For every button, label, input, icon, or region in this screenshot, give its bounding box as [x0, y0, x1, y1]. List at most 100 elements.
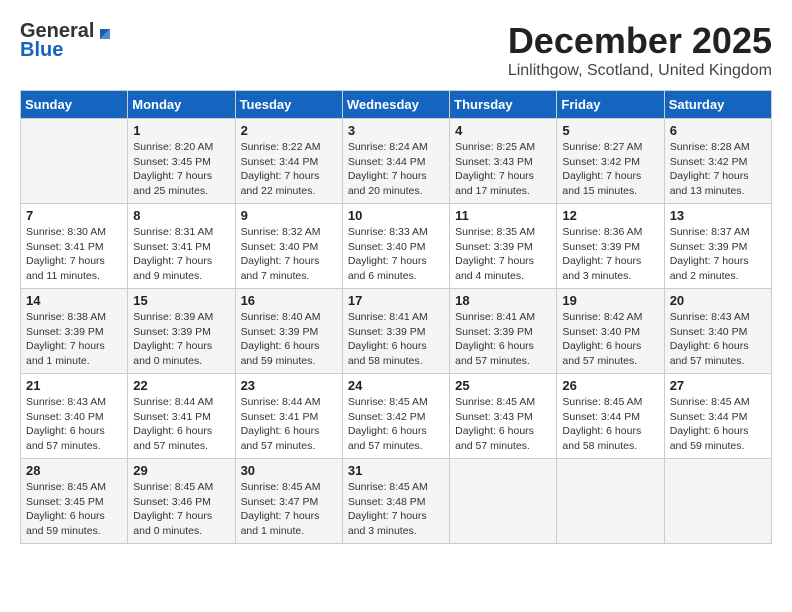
- cell-content: Sunrise: 8:30 AM Sunset: 3:41 PM Dayligh…: [26, 225, 122, 284]
- calendar-cell: 21Sunrise: 8:43 AM Sunset: 3:40 PM Dayli…: [21, 374, 128, 459]
- week-row-5: 28 Sunrise: 8:45 AM Sunset: 3:45 PM Dayli…: [21, 459, 772, 544]
- calendar-cell: 11 Sunrise: 8:35 AM Sunset: 3:39 PM Dayli…: [450, 204, 557, 289]
- day-number: 17: [348, 293, 444, 308]
- cell-content: Sunrise: 8:43 AM Sunset: 3:40 PM Dayligh…: [670, 310, 766, 369]
- day-header-sunday: Sunday: [21, 91, 128, 119]
- cell-content: Sunrise: 8:39 AM Sunset: 3:39 PM Dayligh…: [133, 310, 229, 369]
- cell-content: Sunrise: 8:45 AM Sunset: 3:46 PM Dayligh…: [133, 480, 229, 539]
- cell-content: Sunrise: 8:38 AM Sunset: 3:39 PM Dayligh…: [26, 310, 122, 369]
- cell-content: Sunrise: 8:45 AM Sunset: 3:43 PM Dayligh…: [455, 395, 551, 454]
- calendar-cell: 14Sunrise: 8:38 AM Sunset: 3:39 PM Dayli…: [21, 289, 128, 374]
- calendar-cell: 18 Sunrise: 8:41 AM Sunset: 3:39 PM Dayli…: [450, 289, 557, 374]
- calendar-cell: 6 Sunrise: 8:28 AM Sunset: 3:42 PM Daylig…: [664, 119, 771, 204]
- cell-content: Sunrise: 8:31 AM Sunset: 3:41 PM Dayligh…: [133, 225, 229, 284]
- calendar-cell: 27Sunrise: 8:45 AM Sunset: 3:44 PM Dayli…: [664, 374, 771, 459]
- calendar-table: SundayMondayTuesdayWednesdayThursdayFrid…: [20, 90, 772, 544]
- day-number: 1: [133, 123, 229, 138]
- cell-content: Sunrise: 8:42 AM Sunset: 3:40 PM Dayligh…: [562, 310, 658, 369]
- calendar-body: 1 Sunrise: 8:20 AM Sunset: 3:45 PM Daylig…: [21, 119, 772, 544]
- day-number: 10: [348, 208, 444, 223]
- cell-content: Sunrise: 8:45 AM Sunset: 3:47 PM Dayligh…: [241, 480, 337, 539]
- calendar-cell: 7 Sunrise: 8:30 AM Sunset: 3:41 PM Daylig…: [21, 204, 128, 289]
- calendar-cell: 15 Sunrise: 8:39 AM Sunset: 3:39 PM Dayli…: [128, 289, 235, 374]
- day-header-wednesday: Wednesday: [342, 91, 449, 119]
- day-number: 26: [562, 378, 658, 393]
- day-number: 24: [348, 378, 444, 393]
- page-header: General Blue December 2025 Linlithgow, S…: [20, 20, 772, 80]
- day-number: 28: [26, 463, 122, 478]
- calendar-cell: [450, 459, 557, 544]
- day-number: 25: [455, 378, 551, 393]
- day-number: 6: [670, 123, 766, 138]
- calendar-cell: 30 Sunrise: 8:45 AM Sunset: 3:47 PM Dayli…: [235, 459, 342, 544]
- calendar-cell: [664, 459, 771, 544]
- week-row-1: 1 Sunrise: 8:20 AM Sunset: 3:45 PM Daylig…: [21, 119, 772, 204]
- calendar-cell: 19 Sunrise: 8:42 AM Sunset: 3:40 PM Dayli…: [557, 289, 664, 374]
- cell-content: Sunrise: 8:28 AM Sunset: 3:42 PM Dayligh…: [670, 140, 766, 199]
- day-number: 5: [562, 123, 658, 138]
- cell-content: Sunrise: 8:41 AM Sunset: 3:39 PM Dayligh…: [455, 310, 551, 369]
- week-row-2: 7 Sunrise: 8:30 AM Sunset: 3:41 PM Daylig…: [21, 204, 772, 289]
- cell-content: Sunrise: 8:37 AM Sunset: 3:39 PM Dayligh…: [670, 225, 766, 284]
- calendar-cell: 20 Sunrise: 8:43 AM Sunset: 3:40 PM Dayli…: [664, 289, 771, 374]
- day-number: 4: [455, 123, 551, 138]
- calendar-cell: 8 Sunrise: 8:31 AM Sunset: 3:41 PM Daylig…: [128, 204, 235, 289]
- location: Linlithgow, Scotland, United Kingdom: [508, 62, 772, 80]
- day-number: 22: [133, 378, 229, 393]
- day-number: 18: [455, 293, 551, 308]
- cell-content: Sunrise: 8:44 AM Sunset: 3:41 PM Dayligh…: [241, 395, 337, 454]
- cell-content: Sunrise: 8:40 AM Sunset: 3:39 PM Dayligh…: [241, 310, 337, 369]
- calendar-cell: 16Sunrise: 8:40 AM Sunset: 3:39 PM Dayli…: [235, 289, 342, 374]
- calendar-cell: [21, 119, 128, 204]
- calendar-cell: 17 Sunrise: 8:41 AM Sunset: 3:39 PM Dayli…: [342, 289, 449, 374]
- day-number: 30: [241, 463, 337, 478]
- calendar-cell: 22Sunrise: 8:44 AM Sunset: 3:41 PM Dayli…: [128, 374, 235, 459]
- week-row-4: 21Sunrise: 8:43 AM Sunset: 3:40 PM Dayli…: [21, 374, 772, 459]
- cell-content: Sunrise: 8:24 AM Sunset: 3:44 PM Dayligh…: [348, 140, 444, 199]
- calendar-cell: [557, 459, 664, 544]
- cell-content: Sunrise: 8:22 AM Sunset: 3:44 PM Dayligh…: [241, 140, 337, 199]
- month-title: December 2025: [508, 20, 772, 62]
- title-block: December 2025 Linlithgow, Scotland, Unit…: [508, 20, 772, 80]
- cell-content: Sunrise: 8:45 AM Sunset: 3:45 PM Dayligh…: [26, 480, 122, 539]
- cell-content: Sunrise: 8:41 AM Sunset: 3:39 PM Dayligh…: [348, 310, 444, 369]
- calendar-cell: 24Sunrise: 8:45 AM Sunset: 3:42 PM Dayli…: [342, 374, 449, 459]
- cell-content: Sunrise: 8:20 AM Sunset: 3:45 PM Dayligh…: [133, 140, 229, 199]
- calendar-cell: 25 Sunrise: 8:45 AM Sunset: 3:43 PM Dayli…: [450, 374, 557, 459]
- day-number: 20: [670, 293, 766, 308]
- calendar-cell: 12Sunrise: 8:36 AM Sunset: 3:39 PM Dayli…: [557, 204, 664, 289]
- cell-content: Sunrise: 8:45 AM Sunset: 3:44 PM Dayligh…: [670, 395, 766, 454]
- day-number: 19: [562, 293, 658, 308]
- calendar-cell: 4 Sunrise: 8:25 AM Sunset: 3:43 PM Daylig…: [450, 119, 557, 204]
- cell-content: Sunrise: 8:43 AM Sunset: 3:40 PM Dayligh…: [26, 395, 122, 454]
- calendar-cell: 26Sunrise: 8:45 AM Sunset: 3:44 PM Dayli…: [557, 374, 664, 459]
- cell-content: Sunrise: 8:27 AM Sunset: 3:42 PM Dayligh…: [562, 140, 658, 199]
- day-number: 9: [241, 208, 337, 223]
- calendar-cell: 28 Sunrise: 8:45 AM Sunset: 3:45 PM Dayli…: [21, 459, 128, 544]
- calendar-cell: 31Sunrise: 8:45 AM Sunset: 3:48 PM Dayli…: [342, 459, 449, 544]
- calendar-cell: 23 Sunrise: 8:44 AM Sunset: 3:41 PM Dayli…: [235, 374, 342, 459]
- cell-content: Sunrise: 8:25 AM Sunset: 3:43 PM Dayligh…: [455, 140, 551, 199]
- day-number: 15: [133, 293, 229, 308]
- calendar-header-row: SundayMondayTuesdayWednesdayThursdayFrid…: [21, 91, 772, 119]
- cell-content: Sunrise: 8:33 AM Sunset: 3:40 PM Dayligh…: [348, 225, 444, 284]
- calendar-cell: 3Sunrise: 8:24 AM Sunset: 3:44 PM Daylig…: [342, 119, 449, 204]
- day-header-thursday: Thursday: [450, 91, 557, 119]
- calendar-cell: 13 Sunrise: 8:37 AM Sunset: 3:39 PM Dayli…: [664, 204, 771, 289]
- day-number: 11: [455, 208, 551, 223]
- calendar-cell: 10 Sunrise: 8:33 AM Sunset: 3:40 PM Dayli…: [342, 204, 449, 289]
- day-number: 12: [562, 208, 658, 223]
- day-number: 13: [670, 208, 766, 223]
- day-number: 29: [133, 463, 229, 478]
- cell-content: Sunrise: 8:45 AM Sunset: 3:48 PM Dayligh…: [348, 480, 444, 539]
- cell-content: Sunrise: 8:35 AM Sunset: 3:39 PM Dayligh…: [455, 225, 551, 284]
- week-row-3: 14Sunrise: 8:38 AM Sunset: 3:39 PM Dayli…: [21, 289, 772, 374]
- day-header-friday: Friday: [557, 91, 664, 119]
- day-header-tuesday: Tuesday: [235, 91, 342, 119]
- logo: General Blue: [20, 20, 114, 62]
- day-number: 8: [133, 208, 229, 223]
- logo-arrow-icon: [96, 23, 114, 41]
- day-number: 7: [26, 208, 122, 223]
- day-number: 23: [241, 378, 337, 393]
- calendar-cell: 1 Sunrise: 8:20 AM Sunset: 3:45 PM Daylig…: [128, 119, 235, 204]
